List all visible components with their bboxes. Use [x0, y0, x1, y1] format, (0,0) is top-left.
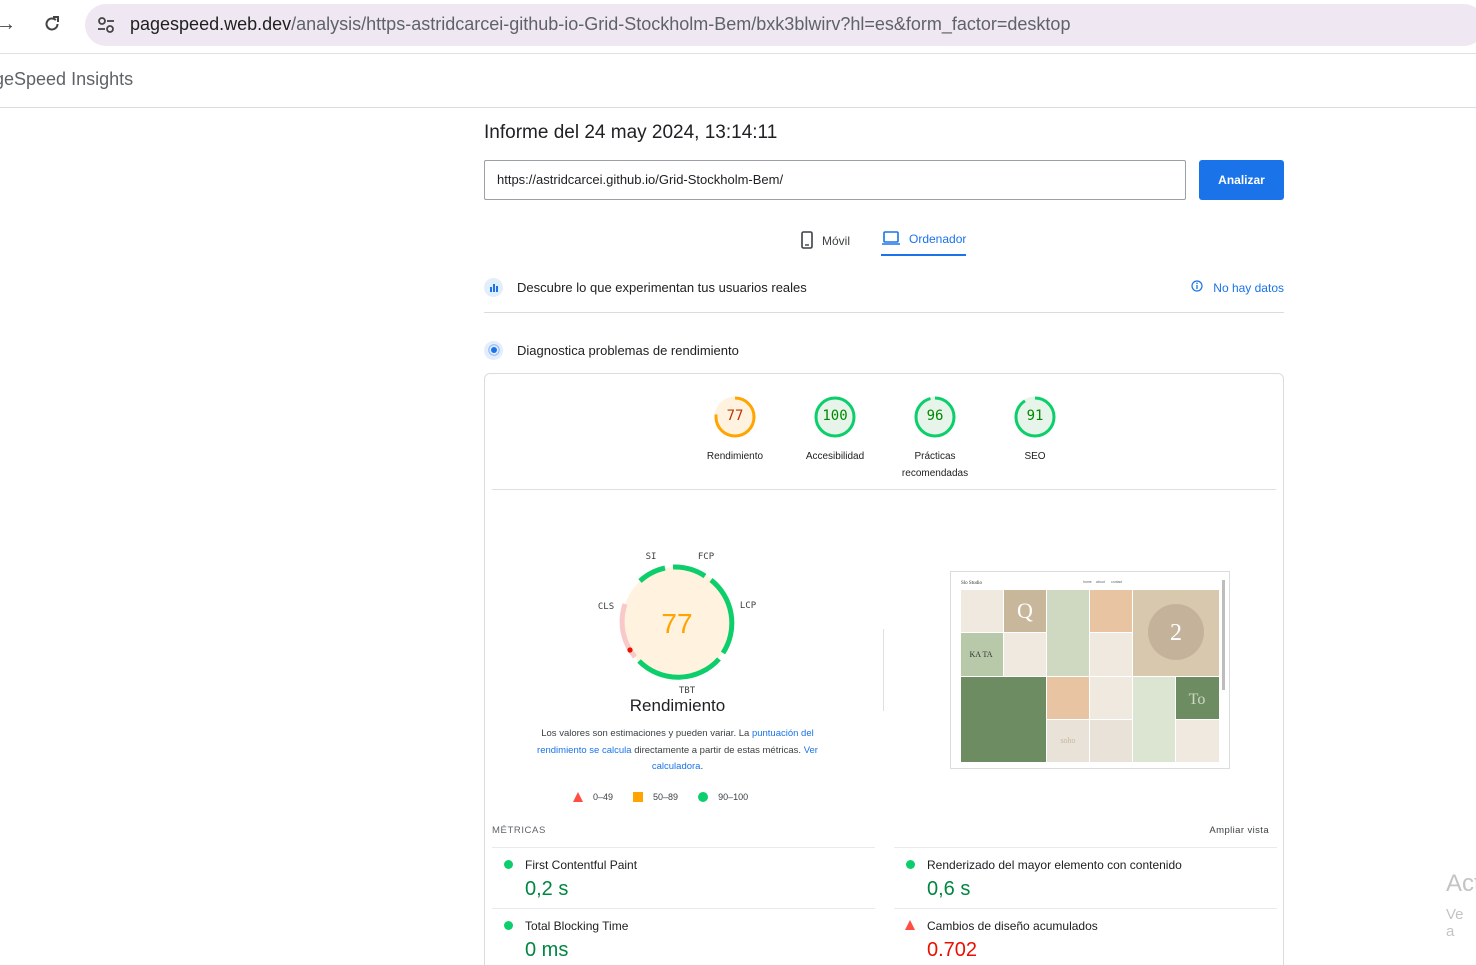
gauge-seo-value: 91 — [1026, 408, 1044, 424]
site-settings-icon[interactable] — [95, 14, 117, 36]
diagnose-icon — [484, 340, 503, 360]
activation-watermark-title: Act — [1446, 870, 1476, 897]
analyze-button[interactable]: Analizar — [1199, 160, 1284, 200]
tab-mobile[interactable]: Móvil — [800, 226, 850, 256]
url-input[interactable]: https://astridcarcei.github.io/Grid-Stoc… — [484, 160, 1186, 200]
activation-watermark-text: Ve a — [1446, 906, 1464, 940]
score-legend: 0–49 50–89 90–100 — [573, 792, 748, 802]
metric-cls-label: Cambios de diseño acumulados — [927, 919, 1098, 933]
diagnose-label: Diagnostica problemas de rendimiento — [517, 342, 739, 358]
gauge-seo-label: SEO — [1024, 451, 1046, 462]
real-users-section[interactable]: Descubre lo que experimentan tus usuario… — [484, 272, 1284, 302]
no-data-link[interactable]: No hay datos — [1191, 280, 1284, 295]
thumb-tile-to: To — [1189, 691, 1206, 708]
laptop-icon — [881, 230, 901, 249]
thumb-site-name: Slo Studio — [961, 581, 982, 586]
metric-tbt-label: Total Blocking Time — [525, 919, 629, 933]
real-users-label: Descubre lo que experimentan tus usuario… — [517, 279, 807, 295]
tab-desktop-label: Ordenador — [909, 232, 967, 246]
cls-marker — [627, 647, 633, 653]
section-divider — [484, 312, 1284, 313]
screenshot-mosaic: Slo Studio home about contact Q 2 KA TA … — [951, 572, 1229, 768]
good-status-icon — [504, 921, 513, 930]
legend-good: 90–100 — [698, 792, 748, 802]
app-title[interactable]: geSpeed Insights — [0, 69, 133, 90]
gauge-performance[interactable]: 77 Rendimiento — [690, 394, 780, 465]
gauge-best-practices[interactable]: 96 Prácticas recomendadas — [890, 394, 980, 482]
metric-fcp-label: First Contentful Paint — [525, 858, 638, 872]
thumb-nav-home: home — [1083, 580, 1092, 584]
phone-icon — [800, 230, 814, 252]
metric-lcp: Renderizado del mayor elemento con conte… — [894, 847, 1277, 908]
tab-mobile-label: Móvil — [822, 234, 851, 248]
url-text: pagespeed.web.dev/analysis/https-astridc… — [130, 14, 1071, 34]
metric-tbt-value: 0 ms — [525, 939, 569, 961]
metric-fcp: First Contentful Paint 0,2 s — [492, 847, 875, 908]
expand-view-button[interactable]: Ampliar vista — [1209, 825, 1269, 836]
triangle-icon — [573, 792, 583, 802]
forward-icon[interactable]: → — [0, 10, 20, 38]
tab-desktop[interactable]: Ordenador — [881, 226, 967, 256]
thumb-tile-q: Q — [1017, 598, 1033, 623]
gauge-best-practices-value: 96 — [926, 408, 944, 424]
metric-cls: Cambios de diseño acumulados 0.702 — [894, 908, 1277, 965]
users-chart-icon — [484, 277, 503, 297]
good-status-icon — [906, 860, 915, 869]
reload-icon[interactable] — [38, 10, 66, 38]
no-data-label: No hay datos — [1213, 280, 1284, 295]
gauge-accessibility-value: 100 — [822, 408, 848, 424]
performance-gauge: 77 SI FCP LCP CLS TBT — [598, 552, 757, 696]
tbt-label: TBT — [679, 686, 696, 696]
bad-status-icon — [905, 920, 915, 930]
thumb-nav-about: about — [1096, 580, 1105, 584]
thumb-tile-soho: soho — [1060, 736, 1075, 745]
legend-average: 50–89 — [633, 792, 678, 802]
cls-label: CLS — [598, 602, 614, 612]
diagnose-section: Diagnostica problemas de rendimiento — [484, 335, 1284, 365]
card-divider — [492, 489, 1276, 490]
scores-card: 77 Rendimiento 100 Accesibilidad 96 Prác… — [484, 373, 1284, 965]
gauge-accessibility[interactable]: 100 Accesibilidad — [790, 394, 880, 465]
report-title: Informe del 24 may 2024, 13:14:11 — [484, 122, 778, 143]
metric-cls-value: 0.702 — [927, 939, 978, 961]
good-status-icon — [504, 860, 513, 869]
metric-lcp-value: 0,6 s — [927, 878, 971, 900]
app-header: geSpeed Insights — [0, 54, 1476, 108]
thumb-tile-kata: KA TA — [970, 650, 993, 659]
lcp-label: LCP — [740, 601, 757, 611]
performance-score: 77 — [661, 608, 692, 639]
page-screenshot[interactable]: Slo Studio home about contact Q 2 KA TA … — [950, 571, 1230, 769]
metric-tbt: Total Blocking Time 0 ms — [492, 908, 875, 965]
gauge-best-practices-label: Prácticas recomendadas — [901, 451, 969, 479]
legend-bad: 0–49 — [573, 792, 613, 802]
browser-toolbar: → pagespeed.web.dev/analysis/https-astri… — [0, 0, 1476, 54]
circle-icon — [698, 792, 709, 802]
info-icon — [1191, 280, 1203, 295]
performance-label: Rendimiento — [629, 696, 726, 715]
thumb-nav-contact: contact — [1111, 580, 1122, 584]
square-icon — [633, 792, 644, 802]
si-label: SI — [646, 552, 657, 562]
gauge-seo[interactable]: 91 SEO — [990, 394, 1080, 465]
metric-fcp-value: 0,2 s — [525, 878, 569, 900]
thumb-tile-2: 2 — [1170, 620, 1182, 646]
fcp-label: FCP — [698, 552, 715, 562]
vertical-separator — [883, 629, 884, 711]
gauge-accessibility-label: Accesibilidad — [805, 451, 865, 462]
metric-lcp-label: Renderizado del mayor elemento con conte… — [927, 858, 1182, 872]
metrics-heading: MÉTRICAS — [492, 825, 546, 836]
gauge-performance-value: 77 — [726, 408, 744, 424]
gauge-performance-label: Rendimiento — [706, 451, 764, 462]
address-bar[interactable]: pagespeed.web.dev/analysis/https-astridc… — [85, 4, 1476, 46]
performance-description: Los valores son estimaciones y pueden va… — [537, 728, 818, 772]
